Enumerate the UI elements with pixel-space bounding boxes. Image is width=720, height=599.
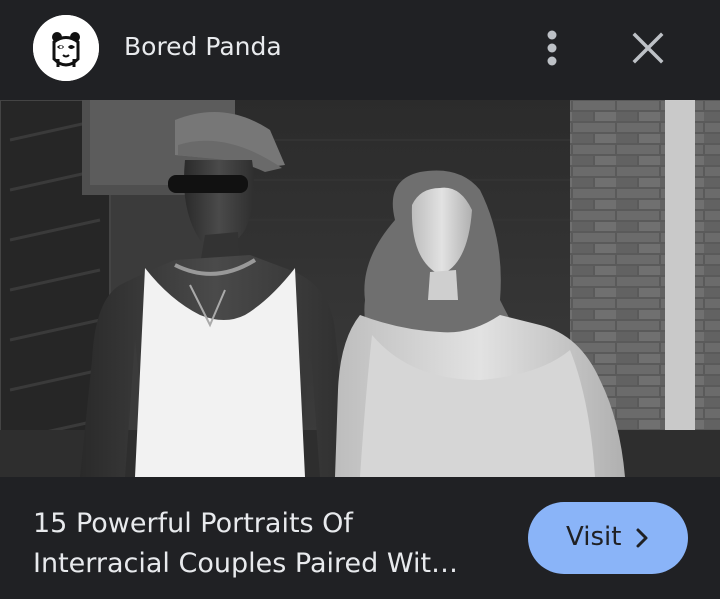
visit-button-label: Visit [566,522,622,552]
close-button[interactable] [624,24,672,72]
close-icon [632,32,664,64]
headline-line-2: Interracial Couples Paired Wit… [33,548,459,579]
panda-logo-icon[interactable] [33,15,99,81]
header-bar: Bored Panda [0,0,720,100]
headline-line-1: 15 Powerful Portraits Of [33,508,353,539]
article-headline[interactable]: 15 Powerful Portraits Of Interracial Cou… [33,504,513,584]
chevron-right-icon [636,528,648,548]
site-name: Bored Panda [124,32,282,61]
portrait-photo [0,100,720,477]
more-vert-icon [547,30,557,66]
visit-button[interactable]: Visit [528,502,688,574]
more-options-button[interactable] [531,24,573,72]
result-footer: 15 Powerful Portraits Of Interracial Cou… [0,477,720,599]
truncated-next-line [33,593,513,599]
preview-image[interactable] [0,100,720,477]
